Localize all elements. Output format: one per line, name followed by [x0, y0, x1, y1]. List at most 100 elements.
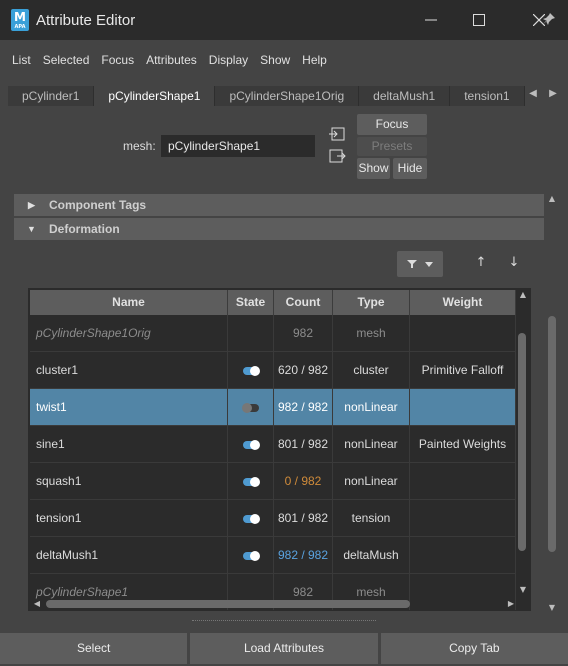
toggle-knob — [249, 365, 260, 376]
go-to-input-icon[interactable] — [328, 126, 346, 142]
select-button[interactable]: Select — [0, 633, 188, 664]
state-cell — [228, 537, 274, 574]
state-cell — [228, 315, 274, 352]
table-vertical-scroll-thumb[interactable] — [518, 333, 526, 551]
deformer-name: deltaMush1 — [30, 537, 228, 574]
deformation-section[interactable]: ▼ Deformation — [14, 218, 544, 240]
menu-help[interactable]: Help — [296, 53, 333, 67]
section-title: Component Tags — [49, 198, 147, 212]
state-toggle[interactable] — [241, 402, 259, 413]
state-cell — [228, 463, 274, 500]
table-row[interactable]: pCylinderShape1Orig 982 mesh — [30, 315, 516, 352]
toggle-knob — [249, 476, 260, 487]
tab-scroll-left-icon[interactable]: ◀ — [526, 88, 540, 102]
column-header-state[interactable]: State — [228, 290, 274, 315]
tab-tension1[interactable]: tension1 — [450, 86, 525, 106]
tab-pcylindershape1orig[interactable]: pCylinderShape1Orig — [215, 86, 360, 106]
type-cell: nonLinear — [333, 389, 410, 426]
tab-pcylindershape1[interactable]: pCylinderShape1 — [94, 86, 216, 106]
weight-cell — [410, 463, 516, 500]
maximize-button[interactable] — [452, 0, 506, 40]
type-cell: tension — [333, 500, 410, 537]
table-scroll-down-icon[interactable]: ▼ — [518, 585, 528, 595]
window-title: Attribute Editor — [36, 11, 136, 29]
resize-grip[interactable] — [192, 620, 376, 621]
menu-display[interactable]: Display — [203, 53, 254, 67]
weight-cell — [410, 500, 516, 537]
pin-icon[interactable] — [542, 12, 556, 26]
menu-attributes[interactable]: Attributes — [140, 53, 203, 67]
type-cell: mesh — [333, 315, 410, 352]
copy-tab-button[interactable]: Copy Tab — [380, 633, 568, 664]
state-toggle[interactable] — [242, 476, 260, 487]
count-cell: 982 — [274, 315, 333, 352]
filter-dropdown-button[interactable] — [397, 251, 443, 277]
type-cell: nonLinear — [333, 426, 410, 463]
tab-scroll-right-icon[interactable]: ▶ — [546, 88, 560, 102]
chevron-down-icon — [425, 261, 433, 267]
state-toggle[interactable] — [242, 439, 260, 450]
filter-icon — [407, 260, 417, 268]
state-toggle[interactable] — [242, 550, 260, 561]
menu-focus[interactable]: Focus — [95, 53, 140, 67]
mesh-name-field[interactable]: pCylinderShape1 — [161, 135, 315, 157]
app-icon-sub: APA — [14, 24, 26, 30]
menu-list[interactable]: List — [6, 53, 37, 67]
expand-arrow-icon: ▶ — [28, 199, 35, 210]
scroll-down-icon[interactable]: ▼ — [547, 603, 557, 613]
state-cell — [228, 500, 274, 537]
table-scroll-up-icon[interactable]: ▲ — [518, 290, 528, 300]
table-scroll-right-icon[interactable]: ▶ — [506, 599, 516, 609]
state-cell — [228, 389, 274, 426]
menu-selected[interactable]: Selected — [37, 53, 96, 67]
go-to-output-icon[interactable] — [328, 148, 346, 164]
minimize-icon — [425, 19, 437, 21]
count-cell: 982 / 982 — [274, 389, 333, 426]
outer-scrollbar-thumb[interactable] — [548, 316, 556, 552]
count-cell: 620 / 982 — [274, 352, 333, 389]
weight-cell — [410, 537, 516, 574]
column-header-name[interactable]: Name — [30, 290, 228, 315]
load-attributes-button[interactable]: Load Attributes — [190, 633, 378, 664]
table-row[interactable]: twist1 982 / 982 nonLinear — [30, 389, 516, 426]
tab-pcylinder1[interactable]: pCylinder1 — [8, 86, 95, 106]
presets-button[interactable]: Presets — [357, 137, 427, 156]
minimize-button[interactable] — [404, 0, 458, 40]
menu-show[interactable]: Show — [254, 53, 296, 67]
hide-button[interactable]: Hide — [393, 158, 427, 179]
column-header-count[interactable]: Count — [274, 290, 333, 315]
state-toggle[interactable] — [242, 513, 260, 524]
type-cell: nonLinear — [333, 463, 410, 500]
component-tags-section[interactable]: ▶ Component Tags — [14, 194, 544, 216]
table-row[interactable]: squash1 0 / 982 nonLinear — [30, 463, 516, 500]
column-header-weight[interactable]: Weight — [410, 290, 516, 315]
table-scroll-left-icon[interactable]: ◀ — [32, 599, 42, 609]
count-cell: 801 / 982 — [274, 426, 333, 463]
column-header-type[interactable]: Type — [333, 290, 410, 315]
collapse-arrow-icon: ▼ — [27, 224, 36, 234]
table-row[interactable]: deltaMush1 982 / 982 deltaMush — [30, 537, 516, 574]
tab-deltamush1[interactable]: deltaMush1 — [359, 86, 451, 106]
mesh-label: mesh: — [123, 139, 156, 153]
deformer-name: squash1 — [30, 463, 228, 500]
scroll-up-icon[interactable]: ▲ — [547, 194, 557, 204]
toggle-knob — [249, 550, 260, 561]
move-up-icon[interactable]: ↑ — [473, 255, 489, 273]
close-button[interactable] — [512, 0, 566, 40]
show-button[interactable]: Show — [357, 158, 390, 179]
state-toggle[interactable] — [242, 365, 260, 376]
toggle-knob — [249, 439, 260, 450]
move-down-icon[interactable]: ↓ — [506, 255, 522, 273]
deformer-name: tension1 — [30, 500, 228, 537]
table-row[interactable]: tension1 801 / 982 tension — [30, 500, 516, 537]
section-title: Deformation — [49, 222, 120, 236]
table-row[interactable]: sine1 801 / 982 nonLinear Painted Weights — [30, 426, 516, 463]
deformer-table: Name State Count Type Weight pCylinderShape1… — [28, 288, 531, 611]
weight-cell — [410, 389, 516, 426]
count-cell: 801 / 982 — [274, 500, 333, 537]
state-cell — [228, 352, 274, 389]
title-bar: M APA Attribute Editor — [0, 0, 568, 40]
table-horizontal-scroll-thumb[interactable] — [46, 600, 410, 608]
focus-button[interactable]: Focus — [357, 114, 427, 135]
table-row[interactable]: cluster1 620 / 982 cluster Primitive Fallof… — [30, 352, 516, 389]
